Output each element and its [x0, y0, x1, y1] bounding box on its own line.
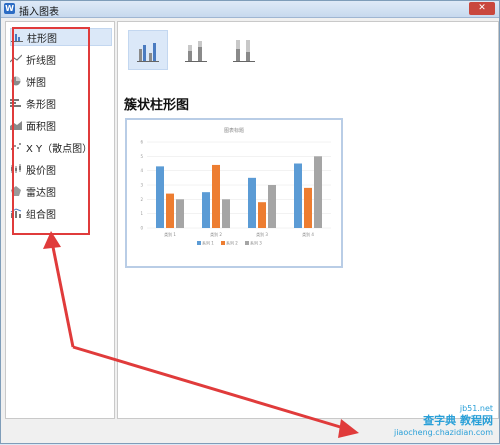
bar	[212, 164, 220, 228]
bar	[222, 199, 230, 228]
sidebar-item-label: 条形图	[26, 99, 56, 111]
sidebar-item-label: 组合图	[26, 209, 56, 221]
bar	[304, 187, 312, 228]
bar	[202, 192, 210, 228]
bar	[294, 163, 302, 228]
watermark-text: 查字典 教程网	[423, 414, 493, 427]
x-tick-label: 类别 3	[256, 231, 268, 237]
radar-chart-icon	[11, 186, 21, 196]
legend-swatch	[197, 241, 201, 245]
sidebar-item-label: 饼图	[26, 77, 46, 89]
bar	[166, 193, 174, 228]
sidebar-item-label: 柱形图	[27, 33, 57, 45]
sidebar-item-line[interactable]: 折线图	[10, 50, 112, 68]
bar	[156, 166, 164, 228]
sidebar-item-column[interactable]: 柱形图	[10, 28, 112, 46]
dialog-title: 插入图表	[19, 7, 59, 18]
insert-chart-dialog: W 插入图表 ✕ 柱形图 折线图 饼图 条形图 面积图 X Y（散点图） 股价图…	[0, 0, 500, 444]
line-chart-icon	[10, 54, 22, 63]
stacked-column-icon	[185, 41, 207, 62]
y-tick-label: 6	[140, 140, 143, 145]
percent-stacked-column-icon	[233, 40, 255, 62]
bar	[258, 202, 266, 228]
area-chart-icon	[10, 121, 22, 130]
chart-subtype-title: 簇状柱形图	[124, 98, 190, 113]
sidebar-item-combo[interactable]: 组合图	[10, 204, 112, 222]
bar	[268, 185, 276, 228]
clustered-column-option[interactable]	[128, 30, 168, 70]
watermark-url: jiaocheng.chazidian.com	[393, 428, 493, 437]
bar	[248, 177, 256, 228]
legend-swatch	[245, 241, 249, 245]
sidebar-item-stock[interactable]: 股价图	[10, 160, 112, 178]
scatter-chart-icon	[11, 143, 21, 150]
legend-swatch	[221, 241, 225, 245]
x-tick-label: 类别 4	[302, 231, 314, 237]
chart-preview[interactable]: 图表标题 0 1 2 3 4 5 6 类别 1 类别 2 类别 3 类别 4 系列 1 系列 2 系列 3	[125, 118, 343, 268]
sidebar-item-label: X Y（散点图）	[26, 143, 93, 155]
y-tick-label: 4	[140, 168, 143, 173]
stock-chart-icon	[11, 164, 21, 173]
horizontal-bar-chart-icon	[10, 99, 21, 107]
y-tick-label: 3	[140, 183, 143, 188]
bar-chart-icon	[11, 34, 23, 42]
chart-type-list: 柱形图 折线图 饼图 条形图 面积图 X Y（散点图） 股价图 雷达图 组合图	[5, 21, 115, 419]
combo-chart-icon	[10, 208, 22, 218]
bar	[314, 156, 322, 228]
y-tick-label: 0	[140, 226, 143, 231]
sidebar-item-label: 股价图	[26, 165, 56, 177]
chart-subtype-panel: 簇状柱形图 图表标题 0 1 2 3 4 5 6 类别 1 类别 2 类别 3 类别 4 系列 1 系列 …	[117, 21, 499, 419]
bar	[176, 199, 184, 228]
y-tick-label: 5	[140, 154, 143, 159]
watermark: jb51.net 查字典 教程网 jiaocheng.chazidian.com	[394, 403, 493, 439]
pie-chart-icon	[11, 76, 21, 86]
y-tick-label: 1	[140, 211, 143, 216]
sidebar-item-label: 折线图	[26, 55, 56, 67]
percent-stacked-column-option[interactable]	[224, 30, 264, 70]
legend-label: 系列 2	[226, 240, 238, 246]
title-bar: W 插入图表 ✕	[1, 1, 499, 18]
close-button[interactable]: ✕	[469, 2, 495, 15]
chart-title: 图表标题	[224, 127, 244, 134]
sidebar-item-area[interactable]: 面积图	[10, 116, 112, 134]
sidebar-item-radar[interactable]: 雷达图	[10, 182, 112, 200]
stacked-column-option[interactable]	[176, 30, 216, 70]
sidebar-item-pie[interactable]: 饼图	[10, 72, 112, 90]
sidebar-item-bar[interactable]: 条形图	[10, 94, 112, 112]
sidebar-item-label: 雷达图	[26, 187, 56, 199]
sidebar-item-scatter[interactable]: X Y（散点图）	[10, 138, 112, 156]
sidebar-item-label: 面积图	[26, 121, 56, 133]
legend-label: 系列 3	[250, 240, 262, 246]
x-tick-label: 类别 1	[164, 231, 176, 237]
clustered-column-icon	[137, 43, 159, 62]
x-tick-label: 类别 2	[210, 231, 222, 237]
wps-app-icon: W	[4, 3, 15, 14]
y-tick-label: 2	[140, 197, 143, 202]
preview-chart-svg: 图表标题 0 1 2 3 4 5 6 类别 1 类别 2 类别 3 类别 4 系列 1 系列 2 系列 3	[140, 127, 331, 246]
legend-label: 系列 1	[202, 240, 214, 246]
subtype-strip	[128, 30, 264, 70]
